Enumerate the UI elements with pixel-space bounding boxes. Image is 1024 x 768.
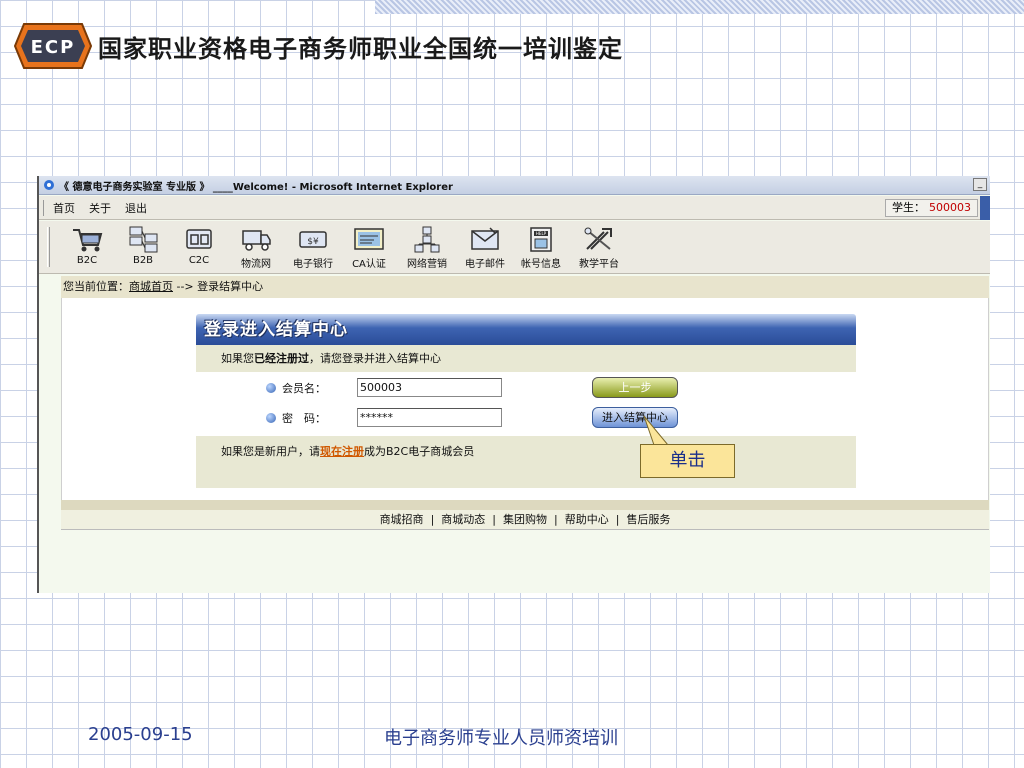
intro-text-tail: ，请您登录并进入结算中心	[309, 352, 441, 365]
c2c-icon	[186, 229, 212, 249]
click-callout: 单击	[640, 444, 735, 478]
tool-account[interactable]: HELP 帐号信息	[515, 225, 567, 271]
account-icon: HELP	[530, 227, 552, 252]
slide-caption: 电子商务师专业人员师资培训	[384, 728, 618, 749]
breadcrumb-prefix: 您当前位置：	[63, 280, 129, 293]
bullet-icon	[266, 383, 276, 393]
site-menubar: 首页 关于 退出 学生： 500003	[39, 196, 990, 220]
footer-separator: |	[430, 513, 435, 526]
footer-separator: |	[615, 513, 620, 526]
tool-label: 电子邮件	[465, 259, 505, 270]
tool-b2c[interactable]: B2C	[67, 225, 107, 271]
footer-link-help[interactable]: 帮助中心	[565, 513, 609, 526]
breadcrumb-link-mall-home[interactable]: 商城首页	[129, 280, 173, 293]
footer-link-group-buy[interactable]: 集团购物	[503, 513, 547, 526]
tool-label: 电子银行	[293, 259, 333, 270]
new-user-text: 如果您是新用户，请	[221, 445, 320, 458]
breadcrumb-current: 登录结算中心	[197, 280, 264, 293]
tool-label: B2B	[132, 255, 154, 266]
network-icon	[129, 226, 158, 253]
blue-edge	[980, 196, 990, 220]
login-panel-header: 登录进入结算中心	[196, 314, 856, 345]
login-panel-title: 登录进入结算中心	[204, 320, 348, 340]
tool-c2c[interactable]: C2C	[179, 225, 219, 271]
tool-ca[interactable]: CA认证	[349, 225, 389, 271]
password-input[interactable]	[357, 408, 502, 427]
svg-text:$¥: $¥	[307, 237, 319, 247]
tool-label: B2C	[76, 255, 98, 266]
ie-icon	[44, 180, 54, 190]
callout-pointer	[643, 415, 670, 446]
login-intro: 如果您已经注册过，请您登录并进入结算中心	[196, 345, 856, 372]
prev-step-button[interactable]: 上一步	[592, 377, 678, 398]
tool-label: CA认证	[352, 259, 386, 270]
truck-icon	[242, 230, 271, 251]
intro-bold: 已经注册过	[254, 352, 309, 365]
ecp-logo: ECP	[14, 23, 92, 69]
student-label: 学生：	[892, 201, 925, 214]
footer-band	[61, 500, 989, 510]
login-form: 会员名： 密 码： 上一步 进入结算中心	[196, 372, 856, 436]
new-user-row: 如果您是新用户，请现在注册成为B2C电子商城会员	[196, 436, 856, 488]
tool-email[interactable]: 电子邮件	[459, 225, 511, 271]
money-icon: $¥	[299, 231, 327, 248]
menu-about[interactable]: 关于	[89, 200, 111, 216]
tool-ebank[interactable]: $¥ 电子银行	[287, 225, 339, 271]
minimize-button[interactable]: _	[973, 178, 987, 191]
slide-date: 2005-09-15	[88, 724, 193, 745]
org-chart-icon	[414, 226, 440, 253]
menu-logout[interactable]: 退出	[125, 200, 147, 216]
cart-icon	[73, 229, 103, 252]
mail-icon	[471, 227, 499, 250]
footer-link-news[interactable]: 商城动态	[441, 513, 485, 526]
tool-label: C2C	[188, 255, 210, 266]
member-label: 会员名：	[282, 382, 326, 395]
menu-home[interactable]: 首页	[53, 200, 75, 216]
tool-label: 教学平台	[579, 259, 619, 270]
tools-icon	[584, 227, 612, 250]
member-name-input[interactable]	[357, 378, 502, 397]
footer-link-after-sales[interactable]: 售后服务	[626, 513, 670, 526]
tool-label: 帐号信息	[521, 259, 561, 270]
window-title: 《 德意电子商务实验室 专业版 》 ____Welcome! - Microso…	[59, 181, 453, 193]
menubar-grip	[43, 199, 45, 216]
content-frame: 登录进入结算中心 如果您已经注册过，请您登录并进入结算中心 会员名： 密 码： …	[61, 298, 989, 530]
login-panel: 登录进入结算中心 如果您已经注册过，请您登录并进入结算中心 会员名： 密 码： …	[196, 314, 856, 489]
toolbar-grip	[47, 227, 50, 267]
breadcrumb: 您当前位置：商城首页 --> 登录结算中心	[61, 276, 989, 298]
footer-separator: |	[492, 513, 496, 526]
register-now-link[interactable]: 现在注册	[320, 445, 364, 458]
footer-links: 商城招商 | 商城动态 | 集团购物 | 帮助中心 | 售后服务	[61, 510, 989, 530]
tool-teaching[interactable]: 教学平台	[573, 225, 625, 271]
tool-marketing[interactable]: 网络营销	[401, 225, 453, 271]
student-badge: 学生： 500003	[885, 199, 978, 217]
tool-logistics[interactable]: 物流网	[233, 225, 279, 271]
slide-title: 国家职业资格电子商务师职业全国统一培训鉴定	[98, 35, 623, 63]
window-titlebar: 《 德意电子商务实验室 专业版 》 ____Welcome! - Microso…	[39, 176, 990, 195]
svg-text:ECP: ECP	[31, 37, 76, 58]
password-label: 密 码：	[282, 412, 326, 425]
tool-label: 网络营销	[407, 259, 447, 270]
module-toolbar: B2C B2B C2C 物流网 $¥ 电子银行 CA认证 网络营销 电子邮件 H…	[39, 221, 990, 274]
footer-link-merchants[interactable]: 商城招商	[380, 513, 424, 526]
tool-b2b[interactable]: B2B	[123, 225, 163, 271]
student-id: 500003	[929, 201, 971, 214]
new-user-text-tail: 成为B2C电子商城会员	[364, 445, 475, 458]
intro-text: 如果您	[221, 352, 254, 365]
footer-separator: |	[554, 513, 558, 526]
certificate-icon	[354, 228, 384, 250]
browser-window: 《 德意电子商务实验室 专业版 》 ____Welcome! - Microso…	[37, 176, 990, 593]
svg-text:HELP: HELP	[536, 231, 547, 236]
breadcrumb-arrow: -->	[173, 280, 198, 293]
tool-label: 物流网	[241, 259, 271, 270]
bullet-icon	[266, 413, 276, 423]
top-decor-band	[375, 0, 1024, 14]
